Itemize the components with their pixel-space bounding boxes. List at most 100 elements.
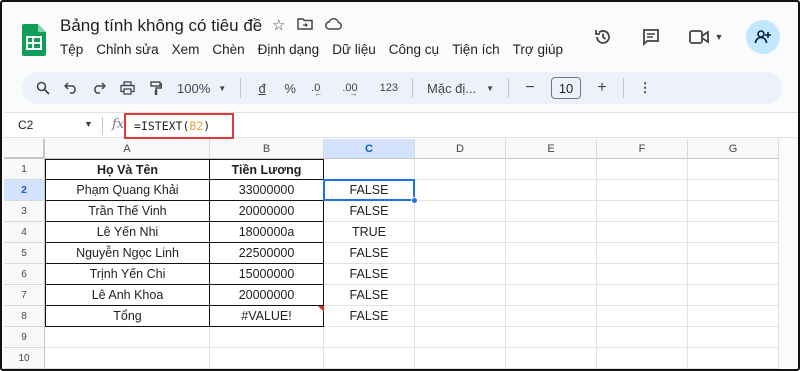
cell-a3[interactable]: Trần Thế Vinh (45, 201, 210, 222)
column-header-b[interactable]: B (210, 139, 324, 159)
share-icon[interactable] (746, 20, 780, 54)
undo-icon[interactable] (64, 77, 78, 99)
currency-format-button[interactable]: đ (255, 77, 269, 99)
menu-file[interactable]: Tệp (60, 42, 83, 57)
cell-e2[interactable] (506, 180, 597, 201)
name-box[interactable]: C2 (18, 118, 33, 132)
cell-b7[interactable]: 20000000 (210, 285, 324, 306)
cell-a8[interactable]: Tổng (45, 306, 210, 327)
cell-f3[interactable] (597, 201, 688, 222)
star-icon[interactable]: ☆ (272, 16, 285, 34)
decrease-decimal-button[interactable]: .0 ← (311, 77, 328, 99)
row-header-6[interactable]: 6 (4, 264, 45, 285)
percent-format-button[interactable]: % (283, 77, 297, 99)
cell-a4[interactable]: Lê Yến Nhi (45, 222, 210, 243)
sheets-logo-icon[interactable] (22, 24, 46, 56)
row-header-7[interactable]: 7 (4, 285, 45, 306)
cell-f10[interactable] (597, 348, 688, 369)
cell-f1[interactable] (597, 159, 688, 180)
decrease-font-size-button[interactable]: − (523, 77, 537, 99)
cell-e7[interactable] (506, 285, 597, 306)
row-header-4[interactable]: 4 (4, 222, 45, 243)
cell-f9[interactable] (597, 327, 688, 348)
cell-g6[interactable] (688, 264, 779, 285)
cell-c3[interactable]: FALSE (324, 201, 415, 222)
cell-c1[interactable] (324, 159, 415, 180)
cell-g1[interactable] (688, 159, 779, 180)
column-header-f[interactable]: F (597, 139, 688, 159)
print-icon[interactable] (120, 77, 135, 99)
cell-g3[interactable] (688, 201, 779, 222)
cell-e6[interactable] (506, 264, 597, 285)
cloud-saved-icon[interactable] (325, 16, 343, 32)
menu-format[interactable]: Định dạng (258, 42, 320, 57)
fill-handle[interactable] (411, 197, 418, 204)
menu-view[interactable]: Xem (172, 42, 200, 57)
cell-a5[interactable]: Nguyễn Ngọc Linh (45, 243, 210, 264)
menu-tools[interactable]: Công cụ (389, 42, 439, 57)
cell-g5[interactable] (688, 243, 779, 264)
cell-c4[interactable]: TRUE (324, 222, 415, 243)
cell-d7[interactable] (415, 285, 506, 306)
cell-b5[interactable]: 22500000 (210, 243, 324, 264)
menu-edit[interactable]: Chỉnh sửa (96, 42, 158, 57)
row-header-1[interactable]: 1 (4, 159, 45, 180)
formula-input[interactable]: =ISTEXT(B2) (124, 113, 234, 139)
cell-g10[interactable] (688, 348, 779, 369)
cell-e9[interactable] (506, 327, 597, 348)
cell-b1[interactable]: Tiền Lương (210, 159, 324, 180)
paint-format-icon[interactable] (149, 77, 163, 99)
cell-f5[interactable] (597, 243, 688, 264)
row-header-5[interactable]: 5 (4, 243, 45, 264)
history-icon[interactable] (588, 22, 618, 52)
chevron-down-icon[interactable]: ▼ (84, 119, 93, 129)
row-header-10[interactable]: 10 (4, 348, 45, 369)
cell-f2[interactable] (597, 180, 688, 201)
comments-icon[interactable] (636, 22, 666, 52)
row-header-3[interactable]: 3 (4, 201, 45, 222)
increase-decimal-button[interactable]: .00 → (342, 77, 365, 99)
cell-g4[interactable] (688, 222, 779, 243)
cell-b3[interactable]: 20000000 (210, 201, 324, 222)
menu-data[interactable]: Dữ liệu (332, 42, 376, 57)
document-title[interactable]: Bảng tính không có tiêu đề (60, 16, 262, 36)
cell-d8[interactable] (415, 306, 506, 327)
cell-b8[interactable]: #VALUE! (210, 306, 324, 327)
row-header-2[interactable]: 2 (4, 180, 45, 201)
cell-c10[interactable] (324, 348, 415, 369)
cell-e5[interactable] (506, 243, 597, 264)
cell-c9[interactable] (324, 327, 415, 348)
row-header-8[interactable]: 8 (4, 306, 45, 327)
menu-extensions[interactable]: Tiện ích (452, 42, 500, 57)
redo-icon[interactable] (92, 77, 106, 99)
meet-icon[interactable]: ▼ (684, 22, 728, 52)
increase-font-size-button[interactable]: + (595, 77, 609, 99)
cell-a1[interactable]: Họ Và Tên (45, 159, 210, 180)
cell-d1[interactable] (415, 159, 506, 180)
cell-e10[interactable] (506, 348, 597, 369)
menu-help[interactable]: Trợ giúp (513, 42, 563, 57)
cell-b4[interactable]: 1800000a (210, 222, 324, 243)
cell-d6[interactable] (415, 264, 506, 285)
cell-c6[interactable]: FALSE (324, 264, 415, 285)
cell-f8[interactable] (597, 306, 688, 327)
more-options-icon[interactable]: ⋮ (638, 77, 652, 99)
menu-insert[interactable]: Chèn (212, 42, 244, 57)
cell-e3[interactable] (506, 201, 597, 222)
font-family-select[interactable]: Mặc đị... ▼ (427, 77, 494, 99)
cell-a2[interactable]: Phạm Quang Khải (45, 180, 210, 201)
move-to-folder-icon[interactable] (297, 16, 314, 32)
column-header-e[interactable]: E (506, 139, 597, 159)
cell-c5[interactable]: FALSE (324, 243, 415, 264)
select-all-corner[interactable] (4, 139, 45, 159)
more-formats-button[interactable]: 123 (380, 77, 398, 99)
cell-e1[interactable] (506, 159, 597, 180)
cell-d2[interactable] (415, 180, 506, 201)
cell-d4[interactable] (415, 222, 506, 243)
cell-d9[interactable] (415, 327, 506, 348)
row-header-9[interactable]: 9 (4, 327, 45, 348)
cell-a6[interactable]: Trịnh Yến Chi (45, 264, 210, 285)
column-header-d[interactable]: D (415, 139, 506, 159)
cell-g9[interactable] (688, 327, 779, 348)
cell-b2[interactable]: 33000000 (210, 180, 324, 201)
